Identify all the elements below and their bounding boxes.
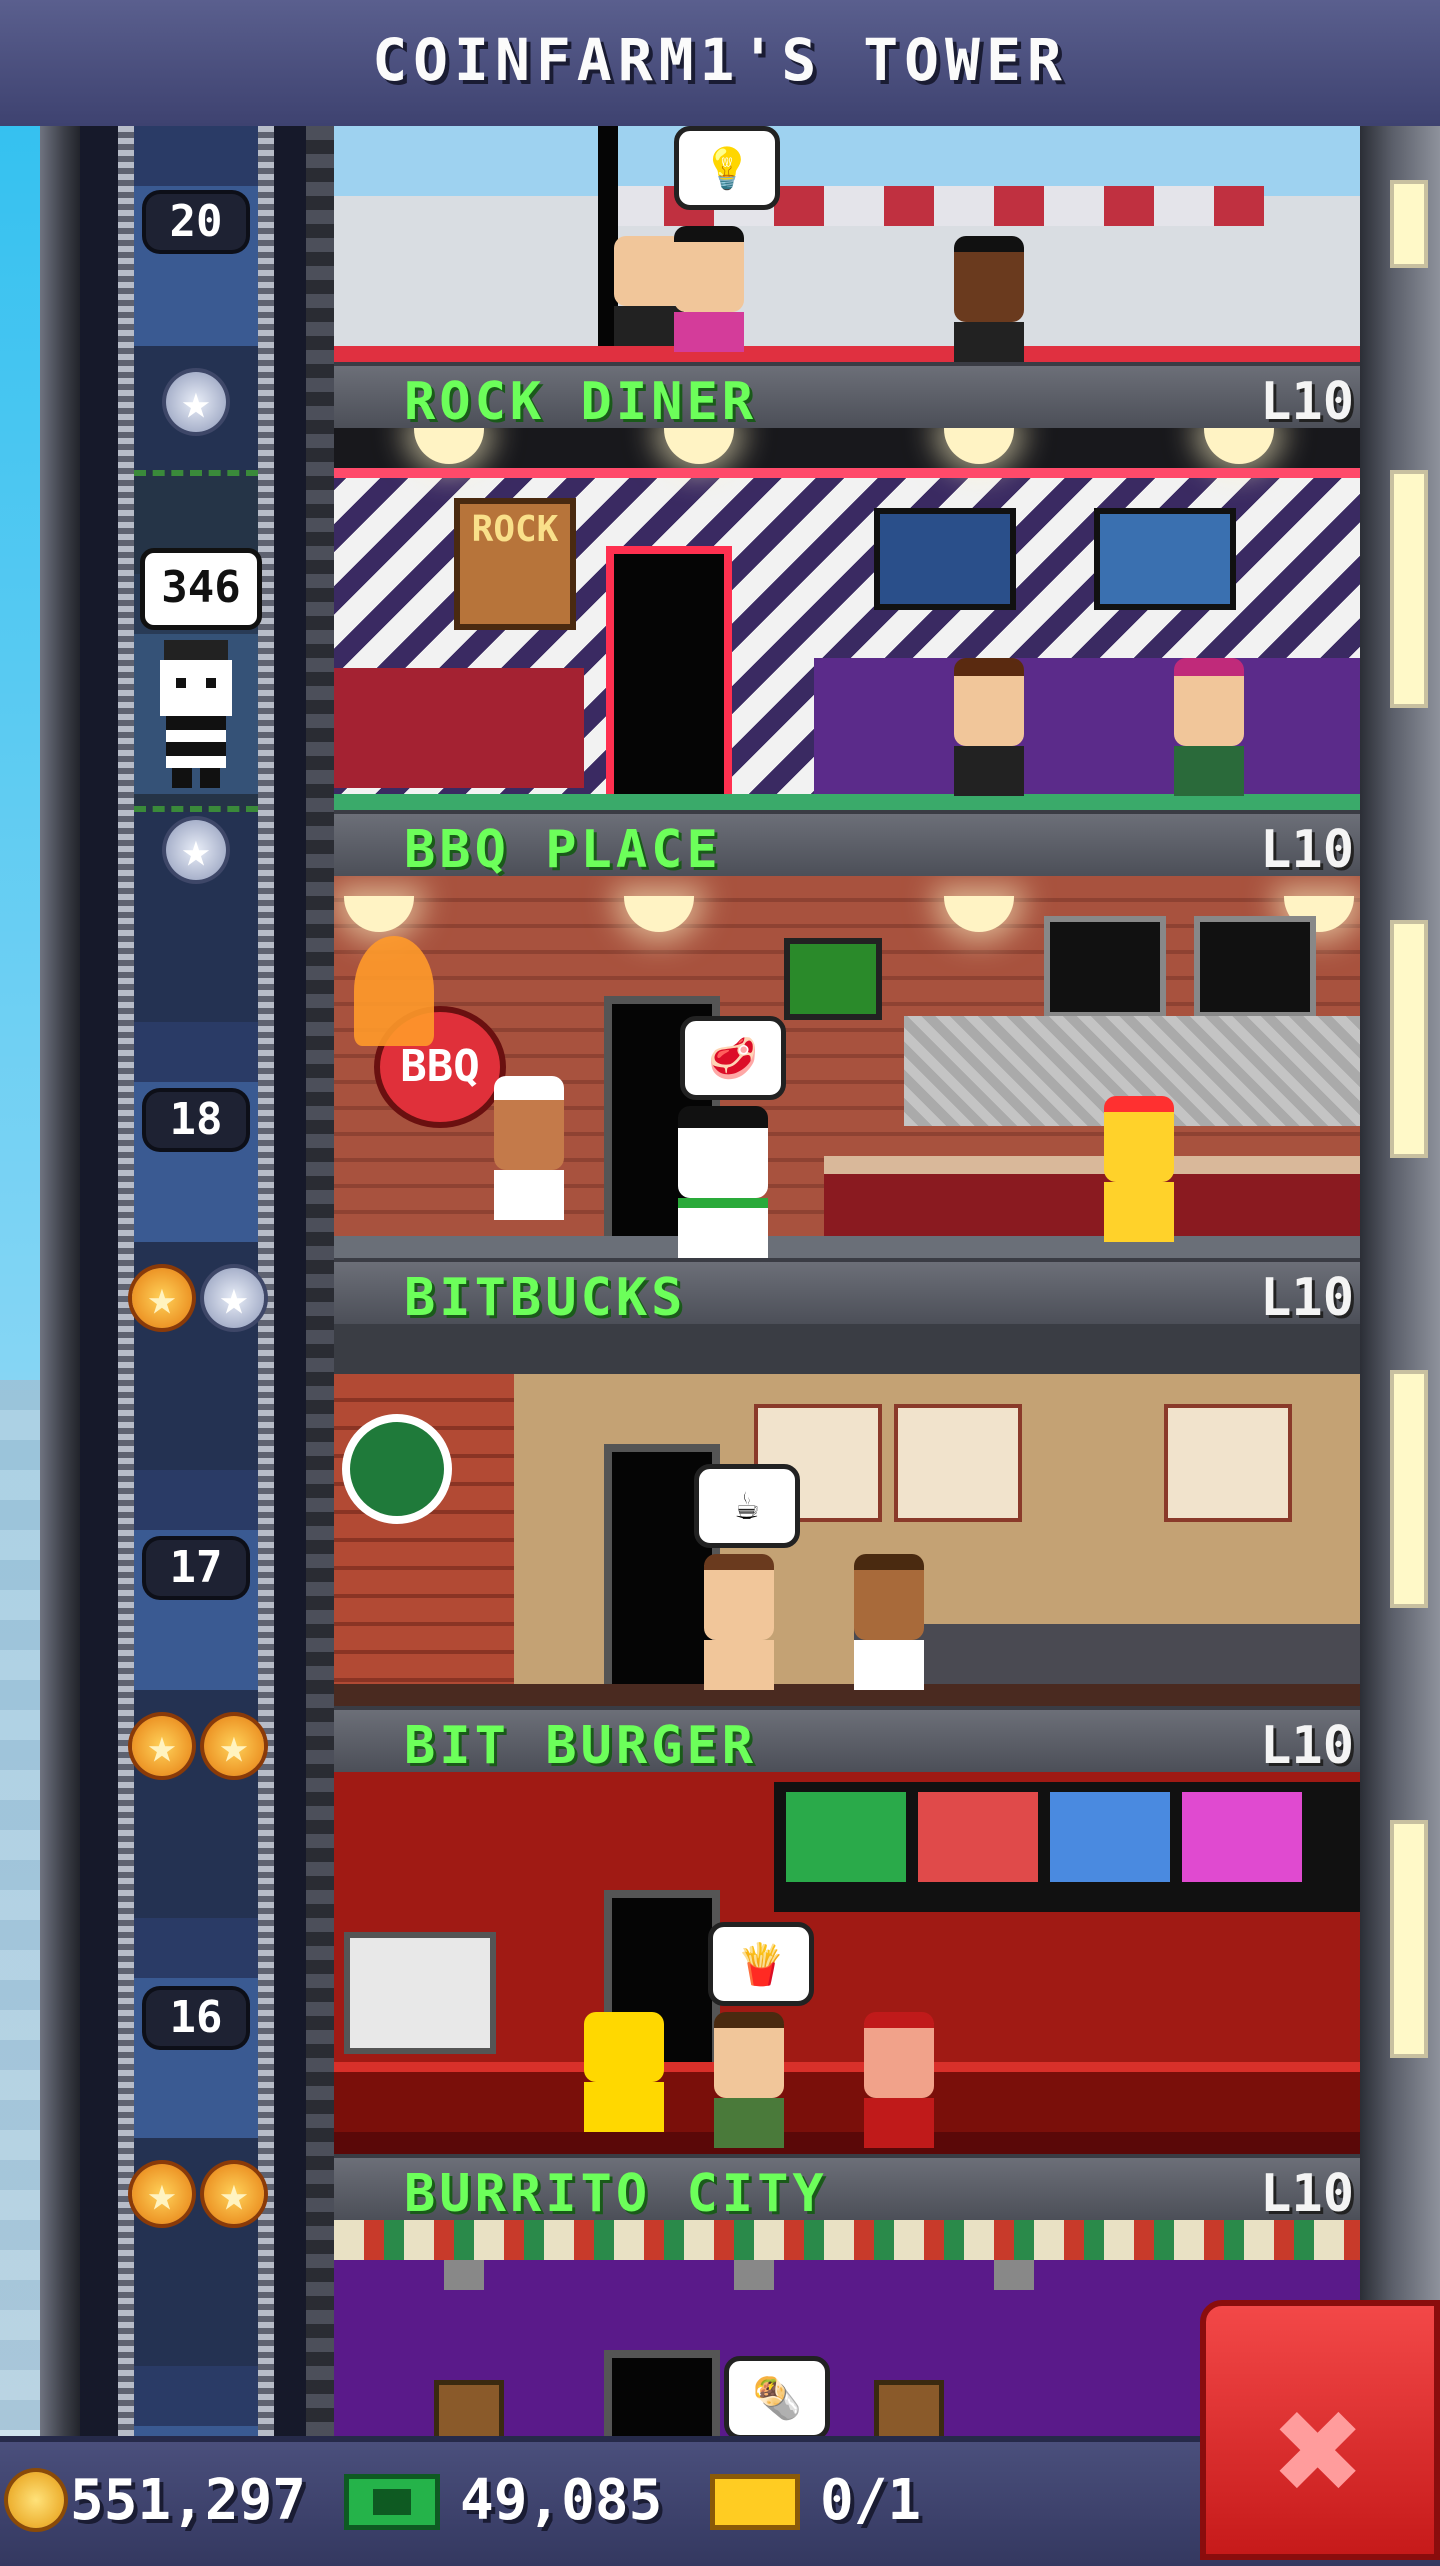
lamp-icon: 💡 [702,145,752,192]
close-button[interactable]: ✖ [1200,2300,1440,2560]
top-bar: COINFARM1'S TOWER [0,0,1440,132]
floor-level: L10 [1260,820,1354,880]
floor-level: L10 [1260,1268,1354,1328]
bit-burger-room[interactable]: 🍟 [334,1772,1360,2154]
star-icon: ★ [166,372,226,432]
bitizen[interactable] [1174,658,1244,796]
shaft-floor-number: 20 [146,194,246,250]
frame-window [1390,920,1428,1158]
floor-label-rock-diner[interactable]: ROCK DINER L10 [334,362,1360,432]
floor-name: BURRITO CITY [404,2164,828,2224]
floor-label-bbq-place[interactable]: BBQ PLACE L10 [334,810,1360,880]
request-bubble[interactable]: 🍟 [708,1922,814,2006]
coffee-logo [342,1414,452,1524]
floor-label-bitbucks[interactable]: BITBUCKS L10 [334,1258,1360,1328]
coins-value: 551,297 [70,2468,307,2533]
frame-window [1390,1370,1428,1608]
floor-label-bit-burger[interactable]: BIT BURGER L10 [334,1706,1360,1776]
bitizen[interactable] [954,236,1024,362]
elevator-passenger-count: 346 [140,548,262,630]
floor-name: BBQ PLACE [404,820,722,880]
frame-window [1390,1820,1428,2058]
shaft-floor-number: 18 [146,1092,246,1148]
star-icon: ★ [132,2164,192,2224]
bitizen-chicken[interactable] [1104,1096,1174,1242]
bitizen-chef[interactable] [494,1076,564,1220]
bitizen[interactable] [854,1554,924,1690]
bux-value: 49,085 [460,2468,663,2533]
floor-name: BIT BURGER [404,1716,758,1776]
building-frame-left [40,126,80,2436]
star-icon: ★ [204,2164,264,2224]
bitizen[interactable] [704,1554,774,1690]
bitizen-snowman[interactable] [678,1106,768,1258]
star-icon: ★ [132,1268,192,1328]
fries-icon: 🍟 [736,1941,786,1988]
request-bubble[interactable]: 🌯 [724,2356,830,2436]
close-icon: ✖ [1274,2364,1366,2538]
burrito-icon: 🌯 [752,2375,802,2422]
shaft-floor-number: 17 [146,1540,246,1596]
request-bubble[interactable]: ☕ [694,1464,800,1548]
rock-sign: ROCK [454,498,576,630]
shaft-rail-right [258,126,274,2436]
bitizen[interactable] [954,658,1024,796]
bitbucks-room[interactable]: ☕ [334,1324,1360,1706]
city-skyline [0,1380,40,2430]
frame-window [1390,470,1428,708]
bitizen[interactable] [714,2012,784,2148]
steak-icon: 🥩 [708,1035,758,1082]
floor-name: BITBUCKS [404,1268,687,1328]
star-icon: ★ [204,1716,264,1776]
floor-20-room[interactable]: 💡 [334,126,1360,362]
star-icon: ★ [204,1268,264,1328]
coin-icon [8,2472,64,2528]
floor-level: L10 [1260,2164,1354,2224]
elevator-bitizen [160,640,232,788]
floor-label-burrito-city[interactable]: BURRITO CITY L10 [334,2154,1360,2224]
floor-level: L10 [1260,372,1354,432]
tickets-value: 0/1 [820,2468,922,2533]
bbq-place-room[interactable]: BBQ 🥩 [334,876,1360,1258]
tower-title: COINFARM1'S TOWER [372,26,1068,94]
shaft-floor-number: 16 [146,1990,246,2046]
request-bubble[interactable]: 🥩 [680,1016,786,1100]
star-icon: ★ [132,1716,192,1776]
floor-name: ROCK DINER [404,372,758,432]
shaft-edge [306,126,334,2436]
floor-level: L10 [1260,1716,1354,1776]
frame-window [1390,180,1428,268]
ticket-icon[interactable] [710,2474,800,2530]
bitizen[interactable] [674,226,744,352]
coffee-icon: ☕ [734,1483,760,1529]
request-bubble[interactable]: 💡 [674,126,780,210]
bitizen-hazmat[interactable] [584,2012,664,2132]
bux-icon[interactable] [344,2474,440,2530]
rock-diner-room[interactable]: ROCK [334,428,1360,810]
star-icon: ★ [166,820,226,880]
shaft-rail-left [118,126,134,2436]
bitizen[interactable] [864,2012,934,2148]
